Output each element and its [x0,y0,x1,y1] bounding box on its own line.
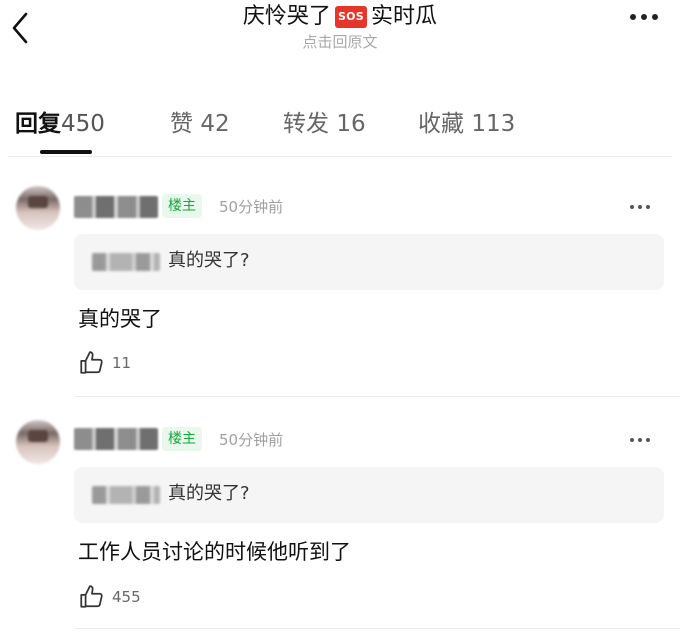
active-tab-indicator [40,150,92,154]
thumbs-up-icon [80,585,103,608]
tab-label: 收藏 [418,111,464,137]
more-dot [638,205,642,209]
username-blurred[interactable] [74,428,158,450]
title-text-before: 庆怜哭了 [242,4,331,29]
like-count: 455 [112,588,141,606]
comment-more-button[interactable] [630,438,650,442]
tab-label: 赞 [170,111,193,137]
tab-favorites[interactable]: 收藏 113 [418,104,515,138]
tab-label: 回复 [15,111,61,137]
avatar[interactable] [16,420,60,464]
avatar[interactable] [16,186,60,230]
page-title: 庆怜哭了 SOS 实时瓜 [243,2,437,32]
quoted-reply[interactable]: 真的哭了? [74,234,664,290]
title-area[interactable]: 庆怜哭了 SOS 实时瓜 点击回原文 [0,2,680,51]
comment-divider [74,628,680,629]
like-button[interactable]: 455 [78,584,141,610]
more-horizontal-icon [630,205,634,209]
tab-likes[interactable]: 赞 42 [170,104,230,138]
more-dot [638,438,642,442]
quoted-username-blurred [92,253,160,271]
like-button[interactable]: 11 [78,350,131,376]
tab-count: 113 [471,111,516,137]
author-badge: 楼主 [162,194,202,218]
like-count: 11 [112,354,132,372]
author-badge: 楼主 [162,427,202,451]
quoted-text: 真的哭了? [168,483,250,504]
tab-replies[interactable]: 回复450 [15,104,105,138]
tab-bar: 回复450 赞 42 转发 16 收藏 113 [0,96,680,157]
tabs-divider [8,156,672,157]
tab-count: 42 [200,111,230,137]
top-bar: 庆怜哭了 SOS 实时瓜 点击回原文 [0,0,680,60]
comment-divider [74,396,680,397]
more-dot [646,205,650,209]
more-dot [652,14,658,20]
comment-text: 真的哭了 [78,307,162,331]
username-blurred[interactable] [74,196,158,218]
comment-more-button[interactable] [630,205,650,209]
quoted-text: 真的哭了? [168,250,250,271]
comment-time: 50分钟前 [219,431,284,449]
back-to-original-link[interactable]: 点击回原文 [0,33,680,51]
comment-time: 50分钟前 [219,198,284,216]
more-dot [646,438,650,442]
sos-emoji-icon: SOS [334,6,368,28]
more-dot [641,14,647,20]
tab-count: 450 [61,111,105,137]
title-text-after: 实时瓜 [371,4,438,29]
tab-count: 16 [336,111,366,137]
more-horizontal-icon [630,438,634,442]
quoted-username-blurred [92,486,160,504]
thumbs-up-icon [80,351,103,374]
more-options-button[interactable] [630,14,658,20]
tab-label: 转发 [283,111,329,137]
comment-text: 工作人员讨论的时候他听到了 [78,540,351,564]
tab-reposts[interactable]: 转发 16 [283,104,366,138]
quoted-reply[interactable]: 真的哭了? [74,467,664,523]
more-horizontal-icon [630,14,636,20]
